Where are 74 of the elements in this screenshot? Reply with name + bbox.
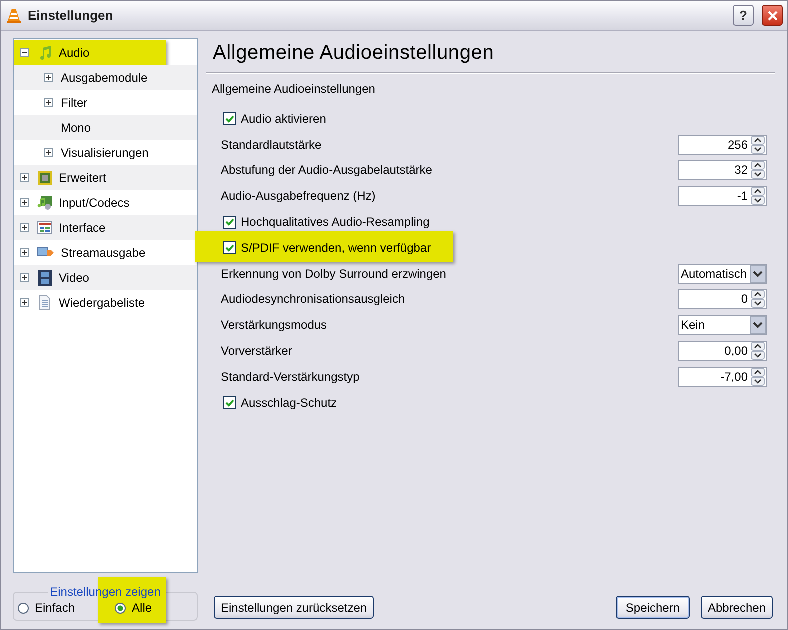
spin-up-icon[interactable]	[751, 368, 765, 377]
checkbox[interactable]	[223, 112, 236, 126]
expand-icon[interactable]	[44, 73, 53, 82]
expand-icon[interactable]	[20, 198, 29, 207]
setting-label: Verstärkungsmodus	[221, 318, 328, 332]
window-icon	[37, 220, 53, 236]
tree-item[interactable]: Mono	[61, 120, 92, 134]
spin-down-icon[interactable]	[751, 376, 765, 386]
dropdown[interactable]: Automatisch	[678, 264, 767, 284]
spin-up-icon[interactable]	[751, 161, 765, 170]
expand-icon[interactable]	[20, 223, 29, 232]
tree-item[interactable]: Interface	[59, 220, 106, 234]
document-icon	[37, 294, 53, 310]
spin-down-icon[interactable]	[751, 299, 765, 308]
spin-field[interactable]: -7,00	[678, 366, 767, 387]
spin-down-icon[interactable]	[751, 144, 765, 154]
tree-item[interactable]: Wiedergabeliste	[59, 296, 146, 310]
checkbox-option[interactable]: Ausschlag-Schutz	[221, 396, 338, 410]
tree-item[interactable]: Video	[59, 270, 90, 284]
tree-item[interactable]: Filter	[61, 96, 88, 110]
spin-down-icon[interactable]	[751, 170, 765, 180]
spin-field[interactable]: -1	[678, 186, 767, 206]
close-icon[interactable]	[766, 10, 778, 22]
setting-label: Vorverstärker	[221, 344, 294, 358]
spin-field[interactable]: 0	[678, 289, 767, 310]
spin-down-icon[interactable]	[751, 351, 765, 360]
setting-label: Abstufung der Audio-Ausgabelautstärke	[221, 163, 434, 178]
spin-up-icon[interactable]	[751, 342, 765, 352]
traffic-cone-icon	[6, 8, 22, 24]
setting-label: Erkennung von Dolby Surround erzwingen	[221, 266, 448, 281]
close-button[interactable]	[762, 5, 783, 26]
help-button[interactable]: ?	[733, 5, 754, 26]
checkbox-option[interactable]: S/PDIF verwenden, wenn verfügbar	[221, 240, 432, 255]
setting-label: Audio-Ausgabefrequenz (Hz)	[221, 189, 377, 204]
radio-button[interactable]	[18, 602, 29, 614]
expand-icon[interactable]	[20, 298, 29, 307]
spin-field[interactable]: 256	[678, 134, 767, 155]
setting-label: Standard-Verstärkungstyp	[221, 370, 361, 384]
expand-icon[interactable]	[44, 98, 53, 107]
window-title: Einstellungen	[28, 8, 114, 23]
expand-icon[interactable]	[20, 248, 29, 257]
setting-label: Standardlautstärke	[221, 138, 323, 152]
collapse-icon[interactable]	[20, 48, 29, 57]
tree-item[interactable]: Input/Codecs	[59, 196, 130, 210]
expand-icon[interactable]	[20, 273, 29, 282]
setting-label: Audiodesynchronisationsausgleich	[221, 292, 406, 306]
radio-option[interactable]: Einfach	[18, 601, 76, 615]
tree-item[interactable]: Streamausgabe	[61, 246, 146, 260]
save-button[interactable]: Speichern	[616, 596, 690, 619]
spin-field[interactable]: 0,00	[678, 341, 767, 362]
tree-item[interactable]: Erweitert	[59, 170, 106, 184]
expand-icon[interactable]	[20, 173, 29, 182]
checkbox[interactable]	[223, 216, 236, 229]
cancel-button[interactable]: Abbrechen	[700, 596, 773, 619]
checkbox-option[interactable]: Hochqualitatives Audio-Resampling	[221, 215, 430, 230]
spin-up-icon[interactable]	[751, 187, 765, 196]
checkbox-option[interactable]: Audio aktivieren	[221, 112, 326, 126]
spin-up-icon[interactable]	[751, 136, 765, 145]
checkbox[interactable]	[223, 396, 236, 410]
checkbox[interactable]	[223, 241, 236, 254]
spin-up-icon[interactable]	[751, 290, 765, 300]
chip-icon	[37, 170, 53, 186]
section-label: Allgemeine Audioeinstellungen	[211, 81, 376, 96]
dropdown[interactable]: Kein	[678, 315, 767, 336]
tree-item[interactable]: Audio	[59, 46, 90, 60]
film-strip-icon	[37, 270, 53, 286]
radio-option[interactable]: Alle	[115, 601, 152, 615]
spin-down-icon[interactable]	[751, 196, 765, 206]
spin-field[interactable]: 32	[678, 160, 767, 180]
expand-icon[interactable]	[44, 148, 53, 157]
reset-button[interactable]: Einstellungen zurücksetzen	[214, 596, 374, 619]
page-title: Allgemeine Audioeinstellungen	[212, 41, 496, 65]
music-gear-icon	[37, 194, 53, 210]
tree-item[interactable]: Visualisierungen	[61, 146, 149, 160]
